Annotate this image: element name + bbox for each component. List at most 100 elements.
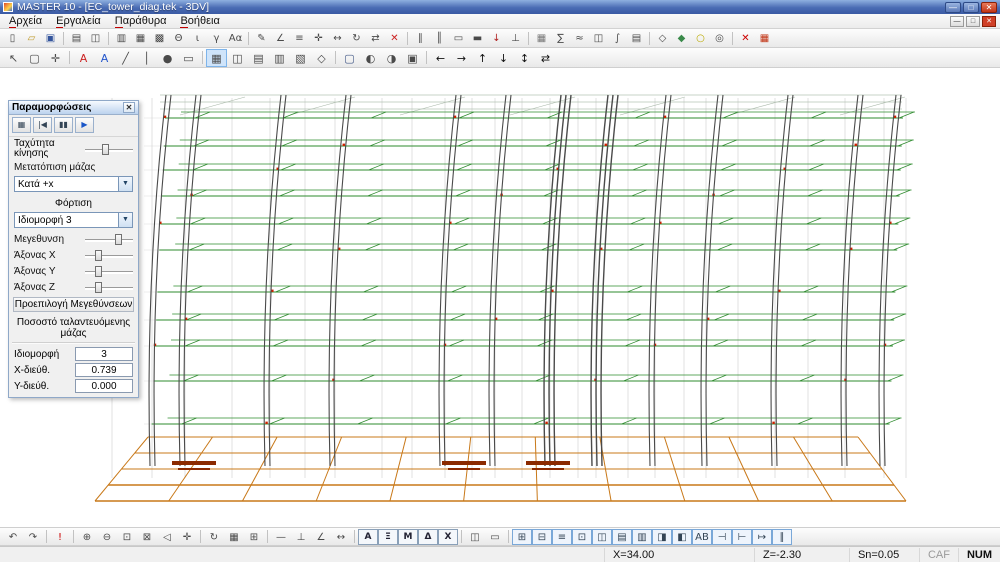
layers-button[interactable]: ▦ (131, 30, 150, 46)
label-blue-button[interactable]: A (94, 49, 115, 67)
mdi-restore-button[interactable]: □ (966, 16, 980, 27)
walls-tool-button[interactable]: ▬ (468, 30, 487, 46)
print-button[interactable]: ▤ (67, 30, 86, 46)
text-tool-button[interactable]: ✎ (252, 30, 271, 46)
layout-2-button[interactable]: ⊟ (532, 529, 552, 545)
pan-up-button[interactable]: ↑ (472, 49, 493, 67)
font-style-button[interactable]: Αα (226, 30, 245, 46)
snap-toggle-button[interactable]: ⊞ (244, 529, 264, 545)
show-beams-button[interactable]: Ξ (378, 529, 398, 545)
layout-5-button[interactable]: ◫ (592, 529, 612, 545)
axes-tool-button[interactable]: ✛ (309, 30, 328, 46)
close-button[interactable]: ✕ (981, 2, 997, 13)
redraw-button[interactable]: ↻ (204, 529, 224, 545)
3d-model-view[interactable] (0, 68, 1000, 527)
menu-item-3[interactable]: Παράθυρα (108, 15, 174, 27)
angle-tool-button[interactable]: ∠ (311, 529, 331, 545)
pause-button[interactable]: ▮▮ (54, 117, 73, 133)
solve-tool-button[interactable]: ∑ (551, 30, 570, 46)
axis-y-slider[interactable] (85, 265, 133, 278)
slabs-tool-button[interactable]: ▭ (449, 30, 468, 46)
align-right-button[interactable]: ⊢ (732, 529, 752, 545)
view-mode-3d-button[interactable]: ▦ (206, 49, 227, 67)
show-nodes-button[interactable]: A (358, 529, 378, 545)
front-view-button[interactable]: ▥ (269, 49, 290, 67)
chevron-down-icon[interactable]: ▼ (118, 213, 132, 227)
move-tool-button[interactable]: ↔ (328, 30, 347, 46)
line-tool-button[interactable]: — (271, 529, 291, 545)
mdi-close-button[interactable]: ✕ (982, 16, 996, 27)
grid-settings-button[interactable]: ▩ (150, 30, 169, 46)
capture-button[interactable]: ▦ (12, 117, 31, 133)
direction-select[interactable]: Κατά +x ▼ (14, 176, 133, 192)
side-view-button[interactable]: ▧ (290, 49, 311, 67)
show-loads-button[interactable]: X (438, 529, 458, 545)
label-red-button[interactable]: A (73, 49, 94, 67)
deformations-tool-button[interactable]: ∫ (608, 30, 627, 46)
axis-x-slider[interactable] (85, 249, 133, 262)
mdi-minimize-button[interactable]: — (950, 16, 964, 27)
undo-button[interactable]: ↶ (3, 529, 23, 545)
loads-tool-button[interactable]: ↓ (487, 30, 506, 46)
panel-close-button[interactable]: ✕ (123, 102, 135, 113)
parallel-view-button[interactable]: ∥ (772, 529, 792, 545)
panel-titlebar[interactable]: Παραμορφώσεις ✕ (9, 101, 138, 115)
camera-view-button[interactable]: ◎ (710, 30, 729, 46)
numbering-theta-button[interactable]: Θ (169, 30, 188, 46)
distance-tool-button[interactable]: ↔ (331, 529, 351, 545)
select-pointer-button[interactable]: ↖ (3, 49, 24, 67)
numbering-iota-button[interactable]: ι (188, 30, 207, 46)
delete-entity-button[interactable]: ✕ (736, 30, 755, 46)
maximize-button[interactable]: □ (963, 2, 979, 13)
mesh-tool-button[interactable]: ▦ (532, 30, 551, 46)
layout-3-button[interactable]: ≡ (552, 529, 572, 545)
render-view-button[interactable]: ◆ (672, 30, 691, 46)
dimension-tool-button[interactable]: ∠ (271, 30, 290, 46)
show-all-button[interactable]: ◫ (465, 529, 485, 545)
level-move-button[interactable]: ↕ (514, 49, 535, 67)
menu-item-4[interactable]: Βοήθεια (173, 15, 226, 27)
new-file-button[interactable]: ▯ (3, 30, 22, 46)
pan-view-button[interactable]: ✛ (177, 529, 197, 545)
results-tool-button[interactable]: ≈ (570, 30, 589, 46)
preset-magnifications-button[interactable]: Προεπιλογή Μεγεθύνσεων (13, 297, 134, 312)
slab-draw-button[interactable]: ▭ (178, 49, 199, 67)
open-file-button[interactable]: ▱ (22, 30, 41, 46)
erase-tool-button[interactable]: ✕ (385, 30, 404, 46)
numbering-gamma-button[interactable]: γ (207, 30, 226, 46)
pan-tool-button[interactable]: ✛ (45, 49, 66, 67)
axis-x-slider-thumb[interactable] (95, 250, 102, 261)
map-to-button[interactable]: ↦ (752, 529, 772, 545)
hide-selected-button[interactable]: ▭ (485, 529, 505, 545)
layout-8-button[interactable]: ◨ (652, 529, 672, 545)
magnify-slider-thumb[interactable] (115, 234, 122, 245)
view-3d-button[interactable]: ◇ (653, 30, 672, 46)
measure-tool-button[interactable]: ≡ (290, 30, 309, 46)
zoom-previous-button[interactable]: ◁ (157, 529, 177, 545)
hidden-line-render-button[interactable]: ◑ (381, 49, 402, 67)
speed-slider[interactable] (85, 143, 133, 156)
column-draw-button[interactable]: │ (136, 49, 157, 67)
beam-draw-button[interactable]: ╱ (115, 49, 136, 67)
monitor-view-button[interactable]: ▢ (339, 49, 360, 67)
skip-start-button[interactable]: |◀ (33, 117, 52, 133)
menu-item-2[interactable]: Εργαλεία (49, 15, 108, 27)
lights-view-button[interactable]: ○ (691, 30, 710, 46)
window-titlebar[interactable]: MASTER 10 - [EC_tower_diag.tek - 3DV] — … (0, 0, 1000, 14)
minimize-button[interactable]: — (945, 2, 961, 13)
grid-toggle-button[interactable]: ▦ (224, 529, 244, 545)
toolbox-button[interactable]: ▦ (755, 30, 774, 46)
chevron-down-icon[interactable]: ▼ (118, 177, 132, 191)
pan-right-button[interactable]: → (451, 49, 472, 67)
print-preview-button[interactable]: ◫ (86, 30, 105, 46)
wireframe-view-button[interactable]: ◫ (227, 49, 248, 67)
supports-tool-button[interactable]: ⊥ (506, 30, 525, 46)
pan-down-button[interactable]: ↓ (493, 49, 514, 67)
pan-left-button[interactable]: ← (430, 49, 451, 67)
mode-select[interactable]: Ιδιομορφή 3 ▼ (14, 212, 133, 228)
print-view-button[interactable]: ▣ (402, 49, 423, 67)
play-button[interactable]: ▶ (75, 117, 94, 133)
axis-z-slider[interactable] (85, 281, 133, 294)
show-walls-button[interactable]: Δ (418, 529, 438, 545)
menu-item-1[interactable]: Αρχεία (2, 15, 49, 27)
